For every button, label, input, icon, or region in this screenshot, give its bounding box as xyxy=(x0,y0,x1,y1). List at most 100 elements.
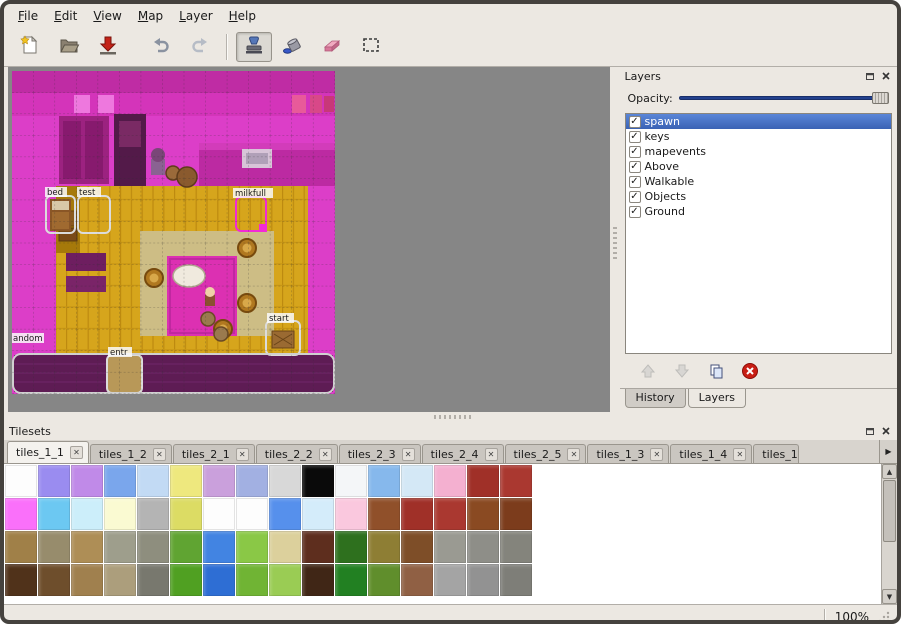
raise-layer-button[interactable] xyxy=(636,359,660,383)
redo-button[interactable] xyxy=(182,32,218,62)
tile-cell[interactable] xyxy=(104,465,136,497)
tile-cell[interactable] xyxy=(71,531,103,563)
resize-grip[interactable] xyxy=(877,610,891,624)
close-panel-button[interactable] xyxy=(879,70,892,83)
tile-cell[interactable] xyxy=(38,498,70,530)
layer-row-Ground[interactable]: ✓Ground xyxy=(626,204,892,219)
menu-item-file[interactable]: File xyxy=(10,6,46,26)
tile-cell[interactable] xyxy=(38,531,70,563)
eraser-button[interactable] xyxy=(314,32,350,62)
tile-cell[interactable] xyxy=(434,465,466,497)
tileset-tab-tiles_1[interactable]: tiles_1 xyxy=(753,444,799,463)
tile-cell[interactable] xyxy=(434,531,466,563)
tile-cell[interactable] xyxy=(335,465,367,497)
delete-layer-button[interactable] xyxy=(738,359,762,383)
tile-cell[interactable] xyxy=(368,531,400,563)
scrollbar-thumb[interactable] xyxy=(883,480,896,542)
tileset-tab-tiles_2_4[interactable]: tiles_2_4✕ xyxy=(422,444,504,463)
tile-cell[interactable] xyxy=(269,498,301,530)
tile-cell[interactable] xyxy=(335,564,367,596)
tileset-tab-tiles_2_1[interactable]: tiles_2_1✕ xyxy=(173,444,255,463)
close-tab-icon[interactable]: ✕ xyxy=(153,448,166,461)
tile-cell[interactable] xyxy=(170,465,202,497)
tileset-scrollbar[interactable]: ▲ ▼ xyxy=(881,464,897,604)
duplicate-layer-button[interactable] xyxy=(704,359,728,383)
tile-cell[interactable] xyxy=(170,498,202,530)
opacity-slider-handle[interactable] xyxy=(872,92,889,104)
tile-cell[interactable] xyxy=(38,465,70,497)
map-canvas[interactable]: bed test milkfull start andom entr xyxy=(8,67,610,412)
tile-cell[interactable] xyxy=(203,498,235,530)
tile-cell[interactable] xyxy=(401,531,433,563)
open-map-button[interactable] xyxy=(51,32,87,62)
tile-cell[interactable] xyxy=(137,498,169,530)
close-tab-icon[interactable]: ✕ xyxy=(402,448,415,461)
layer-visibility-checkbox[interactable]: ✓ xyxy=(629,206,641,218)
layer-row-Above[interactable]: ✓Above xyxy=(626,159,892,174)
menu-item-map[interactable]: Map xyxy=(130,6,171,26)
rect-select-button[interactable] xyxy=(353,32,389,62)
undo-button[interactable] xyxy=(143,32,179,62)
tile-cell[interactable] xyxy=(302,531,334,563)
tileset-tab-tiles_1_4[interactable]: tiles_1_4✕ xyxy=(670,444,752,463)
close-tab-icon[interactable]: ✕ xyxy=(567,448,580,461)
tile-cell[interactable] xyxy=(401,465,433,497)
layer-visibility-checkbox[interactable]: ✓ xyxy=(629,161,641,173)
close-tab-icon[interactable]: ✕ xyxy=(319,448,332,461)
tile-cell[interactable] xyxy=(137,465,169,497)
scroll-up-button[interactable]: ▲ xyxy=(882,464,897,479)
tile-cell[interactable] xyxy=(500,564,532,596)
bucket-fill-button[interactable] xyxy=(275,32,311,62)
layer-row-keys[interactable]: ✓keys xyxy=(626,129,892,144)
menu-item-edit[interactable]: Edit xyxy=(46,6,85,26)
tileset-tab-tiles_1_2[interactable]: tiles_1_2✕ xyxy=(90,444,172,463)
new-map-button[interactable] xyxy=(12,32,48,62)
tile-cell[interactable] xyxy=(5,498,37,530)
tile-cell[interactable] xyxy=(5,531,37,563)
tileset-tab-tiles_2_5[interactable]: tiles_2_5✕ xyxy=(505,444,587,463)
layer-visibility-checkbox[interactable]: ✓ xyxy=(629,116,641,128)
lower-layer-button[interactable] xyxy=(670,359,694,383)
tile-cell[interactable] xyxy=(467,498,499,530)
horizontal-splitter[interactable] xyxy=(4,412,897,422)
tile-cell[interactable] xyxy=(500,498,532,530)
tile-cell[interactable] xyxy=(104,531,136,563)
panel-tab-layers[interactable]: Layers xyxy=(688,389,746,408)
tile-cell[interactable] xyxy=(203,531,235,563)
tileset-tab-tiles_1_1[interactable]: tiles_1_1✕ xyxy=(7,441,89,463)
tile-cell[interactable] xyxy=(71,564,103,596)
menu-item-help[interactable]: Help xyxy=(221,6,264,26)
opacity-slider[interactable] xyxy=(679,91,889,105)
menu-item-view[interactable]: View xyxy=(85,6,129,26)
layer-row-Walkable[interactable]: ✓Walkable xyxy=(626,174,892,189)
save-map-button[interactable] xyxy=(90,32,126,62)
close-tab-icon[interactable]: ✕ xyxy=(236,448,249,461)
tile-cell[interactable] xyxy=(236,465,268,497)
tile-cell[interactable] xyxy=(401,564,433,596)
tile-cell[interactable] xyxy=(5,564,37,596)
tile-cell[interactable] xyxy=(203,465,235,497)
panel-tab-history[interactable]: History xyxy=(625,389,686,408)
tile-cell[interactable] xyxy=(302,564,334,596)
layer-row-spawn[interactable]: ✓spawn xyxy=(626,114,892,129)
close-tab-icon[interactable]: ✕ xyxy=(70,446,83,459)
tile-cell[interactable] xyxy=(170,531,202,563)
tile-cell[interactable] xyxy=(5,465,37,497)
scroll-tabs-right-button[interactable]: ▶ xyxy=(879,440,897,463)
tile-cell[interactable] xyxy=(500,531,532,563)
tileset-tab-tiles_1_3[interactable]: tiles_1_3✕ xyxy=(587,444,669,463)
tile-cell[interactable] xyxy=(236,498,268,530)
tile-cell[interactable] xyxy=(269,465,301,497)
tile-cell[interactable] xyxy=(368,465,400,497)
tile-cell[interactable] xyxy=(170,564,202,596)
tile-cell[interactable] xyxy=(302,498,334,530)
tile-cell[interactable] xyxy=(401,498,433,530)
close-tab-icon[interactable]: ✕ xyxy=(650,448,663,461)
close-tab-icon[interactable]: ✕ xyxy=(733,448,746,461)
tile-cell[interactable] xyxy=(500,465,532,497)
tile-cell[interactable] xyxy=(137,564,169,596)
tileset-tab-tiles_2_3[interactable]: tiles_2_3✕ xyxy=(339,444,421,463)
tile-cell[interactable] xyxy=(203,564,235,596)
tile-cell[interactable] xyxy=(236,531,268,563)
layer-row-Objects[interactable]: ✓Objects xyxy=(626,189,892,204)
